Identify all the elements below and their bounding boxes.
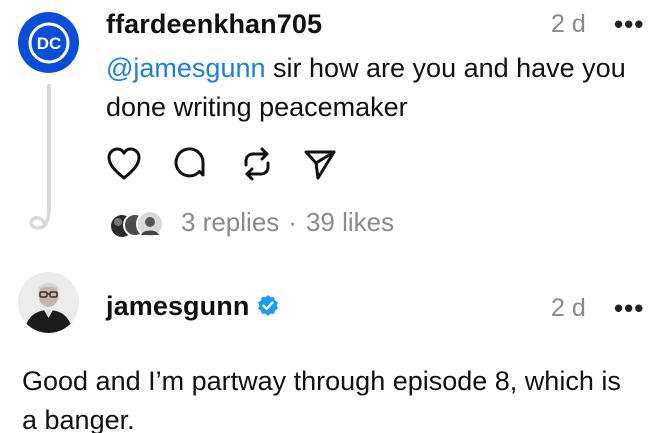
stats-separator: ·: [288, 207, 297, 237]
post-text: @jamesgunn sir how are you and have you …: [106, 49, 626, 127]
post-username[interactable]: ffardeenkhan705: [106, 9, 322, 40]
post-stats: 3 replies · 39 likes: [181, 207, 394, 238]
mention-link[interactable]: @jamesgunn: [106, 53, 266, 83]
post-text-line1: sir how are you and have you: [265, 53, 626, 83]
repost-icon[interactable]: [239, 146, 275, 182]
thread-loop-icon: [29, 206, 51, 230]
post-more-options-icon[interactable]: •••: [614, 9, 644, 40]
comment-icon[interactable]: [172, 146, 208, 182]
avatar-jamesgunn[interactable]: [18, 272, 79, 333]
avatar-photo: [18, 272, 79, 333]
heart-icon[interactable]: [106, 146, 142, 182]
thread-line: [47, 84, 51, 212]
reply-avatars: [111, 210, 164, 238]
reply-timestamp: 2 d: [551, 294, 586, 322]
reply-text-line2: a banger.: [22, 405, 135, 433]
post-timestamp: 2 d: [551, 10, 586, 38]
post-text-line2: done writing peacemaker: [106, 92, 408, 122]
verified-badge-icon: [258, 295, 278, 316]
reply-more-options-icon[interactable]: •••: [614, 293, 644, 324]
svg-text:DC: DC: [36, 34, 61, 53]
dc-logo-icon: DC: [28, 22, 69, 63]
reply-text-line1: Good and I’m partway through episode 8, …: [22, 366, 621, 396]
reply-username[interactable]: jamesgunn: [106, 291, 249, 322]
avatar-dc-logo[interactable]: DC: [18, 12, 79, 73]
reply-text: Good and I’m partway through episode 8, …: [22, 362, 621, 433]
likes-count[interactable]: 39 likes: [306, 207, 394, 237]
threads-conversation: DC ffardeenkhan705 2 d ••• @jamesgunn si…: [0, 0, 667, 433]
replies-count[interactable]: 3 replies: [181, 207, 279, 237]
share-icon[interactable]: [302, 146, 338, 182]
